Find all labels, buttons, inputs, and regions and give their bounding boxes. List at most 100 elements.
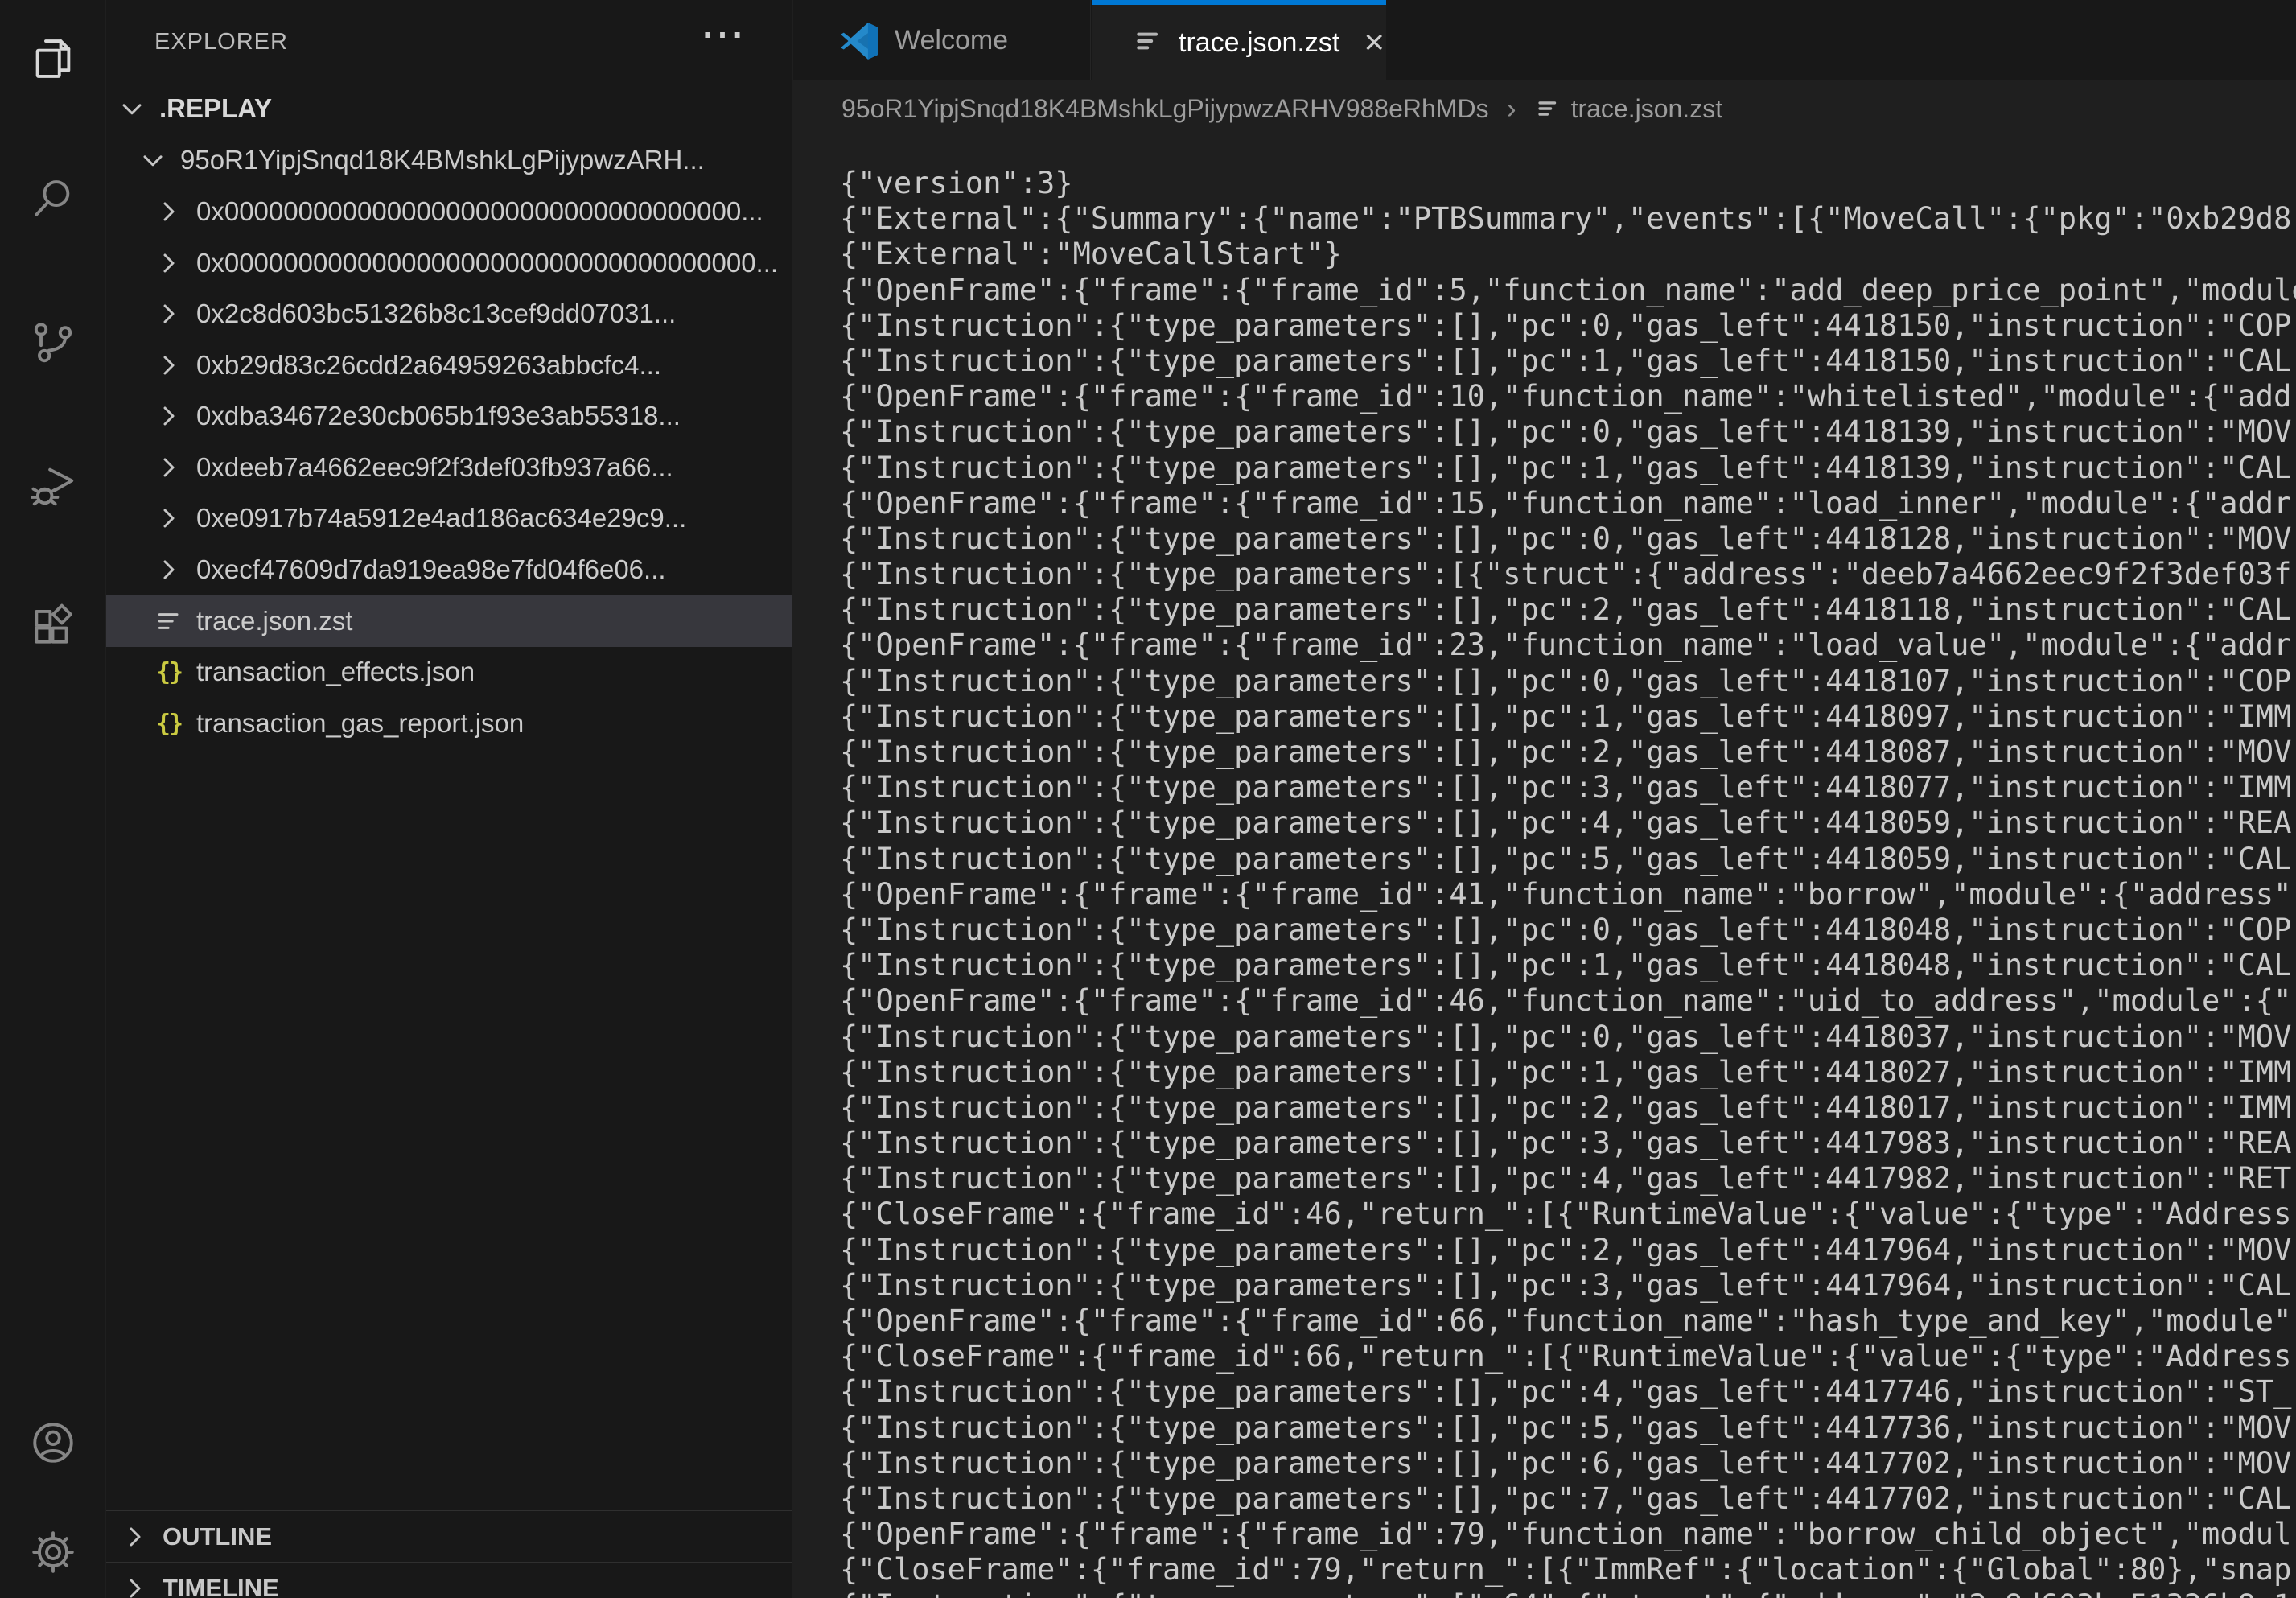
file-lines-icon — [1132, 25, 1164, 61]
code-line: {"version":3} — [840, 166, 2296, 201]
code-line: {"OpenFrame":{"frame":{"frame_id":66,"fu… — [840, 1304, 2296, 1339]
code-line: {"Instruction":{"type_parameters":[],"pc… — [840, 735, 2296, 770]
tab-trace-json-zst[interactable]: trace.json.zst × — [1092, 0, 1386, 80]
chevron-right-icon — [151, 245, 187, 281]
code-line: {"OpenFrame":{"frame":{"frame_id":23,"fu… — [840, 628, 2296, 663]
tree-item-package[interactable]: 0xdba34672e30cb065b1f93e3ab55318... — [106, 390, 792, 442]
code-line: {"Instruction":{"type_parameters":[],"pc… — [840, 592, 2296, 628]
chevron-right-icon — [151, 552, 187, 587]
code-line: {"Instruction":{"type_parameters":[],"pc… — [840, 414, 2296, 450]
chevron-separator-icon: › — [1507, 92, 1516, 126]
file-lines-icon — [151, 603, 187, 639]
section-label: TIMELINE — [163, 1574, 279, 1598]
tree-item-package[interactable]: 0xe0917b74a5912e4ad186ac634e29c9... — [106, 492, 792, 544]
code-line: {"Instruction":{"type_parameters":[{"str… — [840, 557, 2296, 592]
source-control-icon[interactable] — [27, 315, 80, 369]
code-line: {"Instruction":{"type_parameters":[],"pc… — [840, 451, 2296, 486]
code-line: {"Instruction":{"type_parameters":[],"pc… — [840, 842, 2296, 877]
code-line: {"Instruction":{"type_parameters":[],"pc… — [840, 1161, 2296, 1196]
code-line: {"Instruction":{"type_parameters":[],"pc… — [840, 1481, 2296, 1517]
code-line: {"OpenFrame":{"frame":{"frame_id":15,"fu… — [840, 486, 2296, 521]
tree-item-transaction-effects[interactable]: {} transaction_effects.json — [106, 646, 792, 698]
explorer-actions-ellipsis-icon[interactable]: ⋯ — [700, 11, 745, 56]
outline-section-header[interactable]: OUTLINE — [106, 1510, 792, 1562]
tree-item-label: 0x000000000000000000000000000000000000..… — [196, 248, 778, 278]
tree-item-label: 0xe0917b74a5912e4ad186ac634e29c9... — [196, 503, 686, 533]
vscode-window: EXPLORER ⋯ .REPLAY 95oR1YipjSnqd18K4BMsh… — [0, 0, 2296, 1598]
run-debug-icon[interactable] — [27, 459, 80, 512]
code-line: {"Instruction":{"type_parameters":[],"pc… — [840, 1055, 2296, 1090]
tree-item-label: transaction_effects.json — [196, 657, 475, 687]
tree-item-label: 0xb29d83c26cdd2a64959263abbcfc4... — [196, 350, 661, 381]
explorer-sidebar: EXPLORER ⋯ .REPLAY 95oR1YipjSnqd18K4BMsh… — [106, 0, 792, 1598]
tree-item-label: 0x2c8d603bc51326b8c13cef9dd07031... — [196, 299, 676, 329]
chevron-right-icon — [117, 1571, 153, 1598]
tree-item-package[interactable]: 0x000000000000000000000000000000000000..… — [106, 237, 792, 289]
code-line: {"Instruction":{"type_parameters":[],"pc… — [840, 1446, 2296, 1481]
code-line: {"Instruction":{"type_parameters":[],"pc… — [840, 664, 2296, 699]
code-line: {"Instruction":{"type_parameters":[],"pc… — [840, 521, 2296, 557]
vscode-logo-icon — [838, 19, 880, 61]
tab-welcome[interactable]: Welcome — [793, 0, 1091, 80]
tree-item-replay-root[interactable]: .REPLAY — [106, 83, 792, 134]
activity-bar — [0, 0, 105, 1598]
chevron-right-icon — [151, 194, 187, 229]
code-line: {"External":"MoveCallStart"} — [840, 237, 2296, 272]
tree-item-label: 0xdeeb7a4662eec9f2f3def03fb937a66... — [196, 452, 673, 483]
breadcrumb-folder[interactable]: 95oR1YipjSnqd18K4BMshkLgPijypwzARHV988eR… — [841, 94, 1489, 124]
code-line: {"Instruction":{"type_parameters":["u64"… — [840, 1588, 2296, 1598]
tree-item-digest-folder[interactable]: 95oR1YipjSnqd18K4BMshkLgPijypwzARH... — [106, 134, 792, 186]
chevron-right-icon — [151, 348, 187, 383]
tree-item-label: .REPLAY — [159, 93, 272, 124]
code-line: {"Instruction":{"type_parameters":[],"pc… — [840, 308, 2296, 344]
code-line: {"CloseFrame":{"frame_id":46,"return_":[… — [840, 1196, 2296, 1232]
tree-item-label: 95oR1YipjSnqd18K4BMshkLgPijypwzARH... — [180, 145, 705, 175]
tree-item-transaction-gas-report[interactable]: {} transaction_gas_report.json — [106, 698, 792, 749]
code-line: {"Instruction":{"type_parameters":[],"pc… — [840, 770, 2296, 805]
code-line: {"CloseFrame":{"frame_id":66,"return_":[… — [840, 1339, 2296, 1374]
code-line: {"Instruction":{"type_parameters":[],"pc… — [840, 1268, 2296, 1304]
breadcrumb-file[interactable]: trace.json.zst — [1571, 94, 1723, 124]
tree-item-package[interactable]: 0xb29d83c26cdd2a64959263abbcfc4... — [106, 340, 792, 391]
chevron-right-icon — [151, 500, 187, 536]
breadcrumb: 95oR1YipjSnqd18K4BMshkLgPijypwzARHV988eR… — [793, 80, 2296, 137]
code-line: {"External":{"Summary":{"name":"PTBSumma… — [840, 201, 2296, 237]
tree-item-package[interactable]: 0xecf47609d7da919ea98e7fd04f6e06... — [106, 544, 792, 595]
tree-item-label: 0xdba34672e30cb065b1f93e3ab55318... — [196, 401, 681, 431]
code-line: {"Instruction":{"type_parameters":[],"pc… — [840, 1126, 2296, 1161]
tree-item-label: 0x00000000000000000000000000000000000... — [196, 196, 763, 227]
code-area[interactable]: {"version":3}{"External":{"Summary":{"na… — [793, 137, 2296, 1598]
code-line: {"OpenFrame":{"frame":{"frame_id":79,"fu… — [840, 1517, 2296, 1552]
close-icon[interactable]: × — [1364, 25, 1385, 60]
code-line: {"Instruction":{"type_parameters":[],"pc… — [840, 699, 2296, 735]
tree-item-label: trace.json.zst — [196, 606, 352, 636]
tree-item-label: 0xecf47609d7da919ea98e7fd04f6e06... — [196, 554, 666, 585]
code-line: {"Instruction":{"type_parameters":[],"pc… — [840, 948, 2296, 983]
section-label: OUTLINE — [163, 1522, 272, 1551]
json-braces-icon: {} — [151, 654, 187, 690]
files-icon[interactable] — [27, 32, 80, 85]
chevron-right-icon — [117, 1519, 153, 1555]
extensions-icon[interactable] — [27, 599, 80, 653]
timeline-section-header[interactable]: TIMELINE — [106, 1562, 792, 1598]
editor-group: Welcome trace.json.zst × 95oR1YipjSnqd18… — [793, 0, 2296, 1598]
code-line: {"OpenFrame":{"frame":{"frame_id":46,"fu… — [840, 983, 2296, 1019]
settings-gear-icon[interactable] — [27, 1526, 80, 1579]
search-icon[interactable] — [27, 172, 80, 225]
tab-label: trace.json.zst — [1179, 27, 1339, 59]
json-braces-icon: {} — [151, 706, 187, 741]
explorer-title: EXPLORER — [154, 29, 288, 56]
tab-bar: Welcome trace.json.zst × — [793, 0, 2296, 80]
code-line: {"Instruction":{"type_parameters":[],"pc… — [840, 805, 2296, 841]
code-line: {"CloseFrame":{"frame_id":79,"return_":[… — [840, 1552, 2296, 1588]
explorer-header: EXPLORER ⋯ — [106, 0, 792, 80]
tab-label: Welcome — [895, 25, 1008, 56]
account-icon[interactable] — [27, 1416, 80, 1469]
chevron-down-icon — [135, 142, 171, 178]
tree-item-package[interactable]: 0x2c8d603bc51326b8c13cef9dd07031... — [106, 288, 792, 340]
tree-item-package[interactable]: 0x00000000000000000000000000000000000... — [106, 186, 792, 237]
file-lines-icon — [1534, 95, 1562, 122]
chevron-right-icon — [151, 450, 187, 485]
tree-item-package[interactable]: 0xdeeb7a4662eec9f2f3def03fb937a66... — [106, 442, 792, 493]
tree-item-trace-json-zst[interactable]: trace.json.zst — [106, 595, 792, 647]
